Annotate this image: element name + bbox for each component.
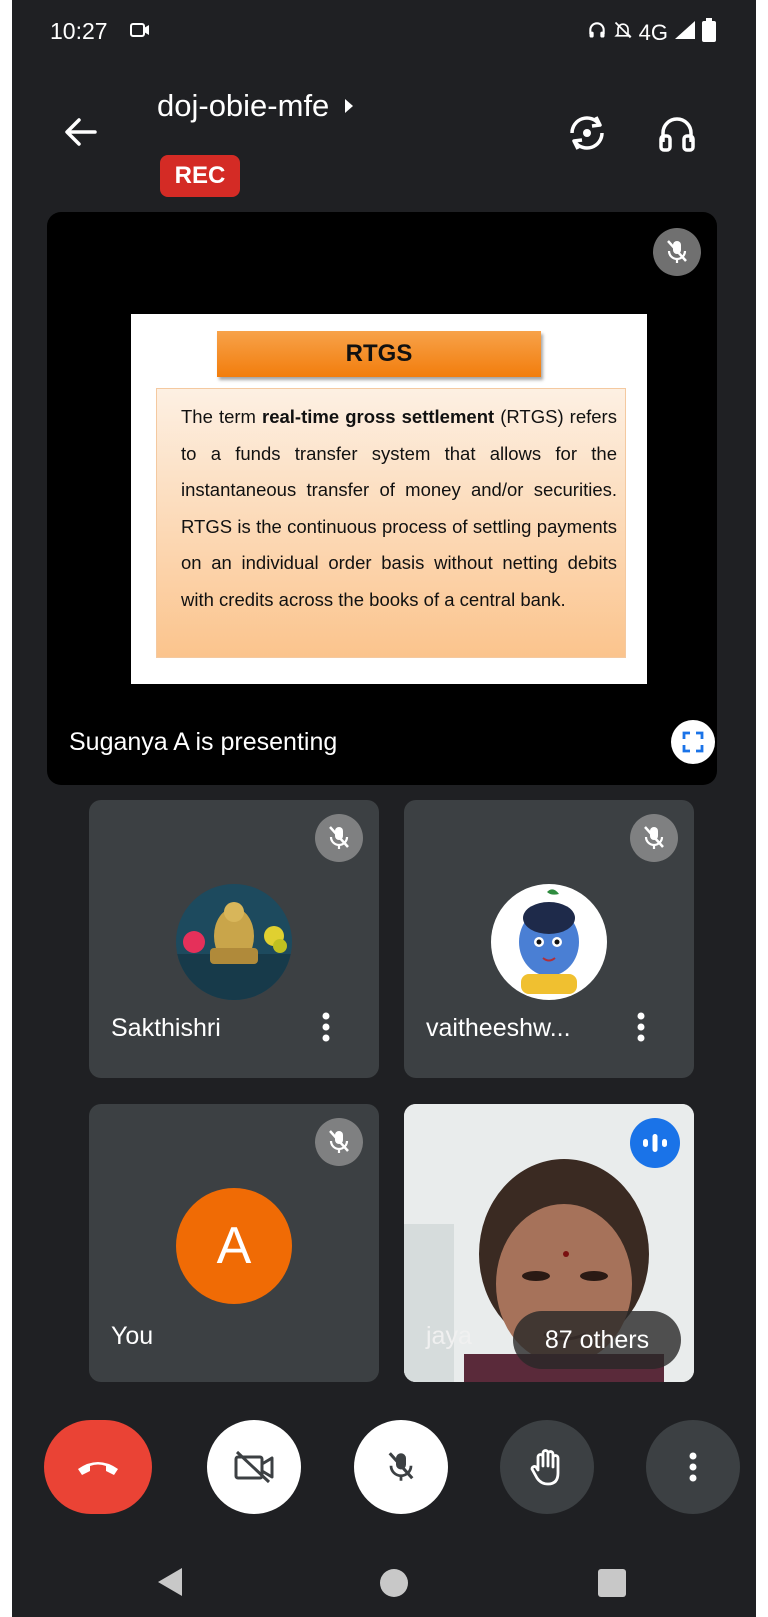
others-count-button[interactable]: 87 others bbox=[513, 1311, 681, 1369]
self-mic-off-badge bbox=[315, 1118, 363, 1166]
nav-back-icon bbox=[158, 1568, 182, 1596]
slide-body-prefix: The term bbox=[181, 406, 263, 427]
participant-menu-button[interactable] bbox=[626, 1005, 656, 1049]
presenter-mic-off-badge bbox=[653, 228, 701, 276]
participant-mic-off-badge bbox=[315, 814, 363, 862]
mic-off-icon bbox=[329, 1130, 349, 1153]
nav-home-button[interactable] bbox=[380, 1569, 408, 1597]
participant-name: jaya bbox=[426, 1322, 472, 1350]
nav-back-button[interactable] bbox=[156, 1566, 184, 1603]
profile-photo bbox=[491, 884, 607, 1000]
more-vert-icon bbox=[322, 1012, 330, 1042]
shared-slide: RTGS The term real-time gross settlement… bbox=[131, 314, 647, 684]
mic-toggle-button[interactable] bbox=[354, 1420, 448, 1514]
presentation-tile[interactable]: RTGS The term real-time gross settlement… bbox=[47, 212, 717, 785]
participant-name: Sakthishri bbox=[111, 1014, 221, 1042]
participant-menu-button[interactable] bbox=[311, 1005, 341, 1049]
more-options-button[interactable] bbox=[646, 1420, 740, 1514]
audio-wave-icon bbox=[643, 1134, 667, 1152]
end-call-button[interactable] bbox=[44, 1420, 152, 1514]
more-vert-icon bbox=[637, 1012, 645, 1042]
battery-icon bbox=[702, 18, 716, 48]
audio-output-button[interactable] bbox=[652, 108, 702, 158]
call-end-icon bbox=[78, 1462, 118, 1475]
participant-name: You bbox=[111, 1322, 154, 1350]
avatar: A bbox=[176, 1188, 292, 1304]
camera-switch-icon bbox=[570, 116, 604, 150]
slide-body-suffix: (RTGS) refers to a funds transfer system… bbox=[181, 406, 617, 610]
hand-raise-icon bbox=[530, 1449, 560, 1486]
slide-body-bold: real-time gross settlement bbox=[262, 406, 495, 427]
participant-tile[interactable]: Sakthishri bbox=[89, 800, 379, 1078]
back-arrow-icon bbox=[65, 118, 97, 146]
video-off-icon bbox=[234, 1450, 274, 1484]
mic-off-icon bbox=[388, 1452, 414, 1481]
more-vert-icon bbox=[689, 1452, 697, 1482]
status-time: 10:27 bbox=[50, 18, 108, 44]
status-bar: 10:27 4G bbox=[12, 0, 756, 62]
notifications-off-icon bbox=[613, 19, 633, 47]
mic-off-icon bbox=[644, 826, 664, 849]
meet-screen: 10:27 4G doj-obie-mfe REC RTGS The term … bbox=[12, 0, 756, 1617]
avatar bbox=[491, 884, 607, 1000]
slide-body: The term real-time gross settlement (RTG… bbox=[156, 388, 626, 658]
nav-recents-button[interactable] bbox=[598, 1569, 626, 1597]
screen-record-icon bbox=[130, 23, 150, 42]
participant-mic-off-badge bbox=[630, 814, 678, 862]
headphones-icon bbox=[659, 117, 695, 152]
participant-name: vaitheeshw... bbox=[426, 1014, 571, 1042]
mic-off-icon bbox=[329, 826, 349, 849]
mic-off-icon bbox=[667, 240, 687, 263]
fullscreen-button[interactable] bbox=[671, 720, 715, 764]
camera-toggle-button[interactable] bbox=[207, 1420, 301, 1514]
participant-tile[interactable]: vaitheeshw... bbox=[404, 800, 694, 1078]
avatar bbox=[176, 884, 292, 1000]
recording-badge: REC bbox=[160, 155, 240, 197]
signal-icon bbox=[674, 20, 696, 46]
slide-title: RTGS bbox=[217, 331, 541, 377]
raise-hand-button[interactable] bbox=[500, 1420, 594, 1514]
participant-video-tile[interactable]: jaya 87 others bbox=[404, 1104, 694, 1382]
presenter-label: Suganya A is presenting bbox=[69, 728, 338, 756]
fullscreen-icon bbox=[682, 731, 704, 753]
back-button[interactable] bbox=[58, 110, 102, 154]
switch-camera-button[interactable] bbox=[562, 108, 612, 158]
speaking-indicator bbox=[630, 1118, 680, 1168]
status-icons: 4G bbox=[587, 18, 716, 48]
profile-photo bbox=[176, 884, 292, 1000]
self-tile[interactable]: A You bbox=[89, 1104, 379, 1382]
network-label: 4G bbox=[638, 20, 668, 45]
meeting-code: doj-obie-mfe bbox=[157, 88, 330, 123]
chevron-right-icon bbox=[345, 99, 354, 113]
meeting-title[interactable]: doj-obie-mfe bbox=[157, 88, 355, 124]
headphones-status-icon bbox=[587, 20, 607, 46]
